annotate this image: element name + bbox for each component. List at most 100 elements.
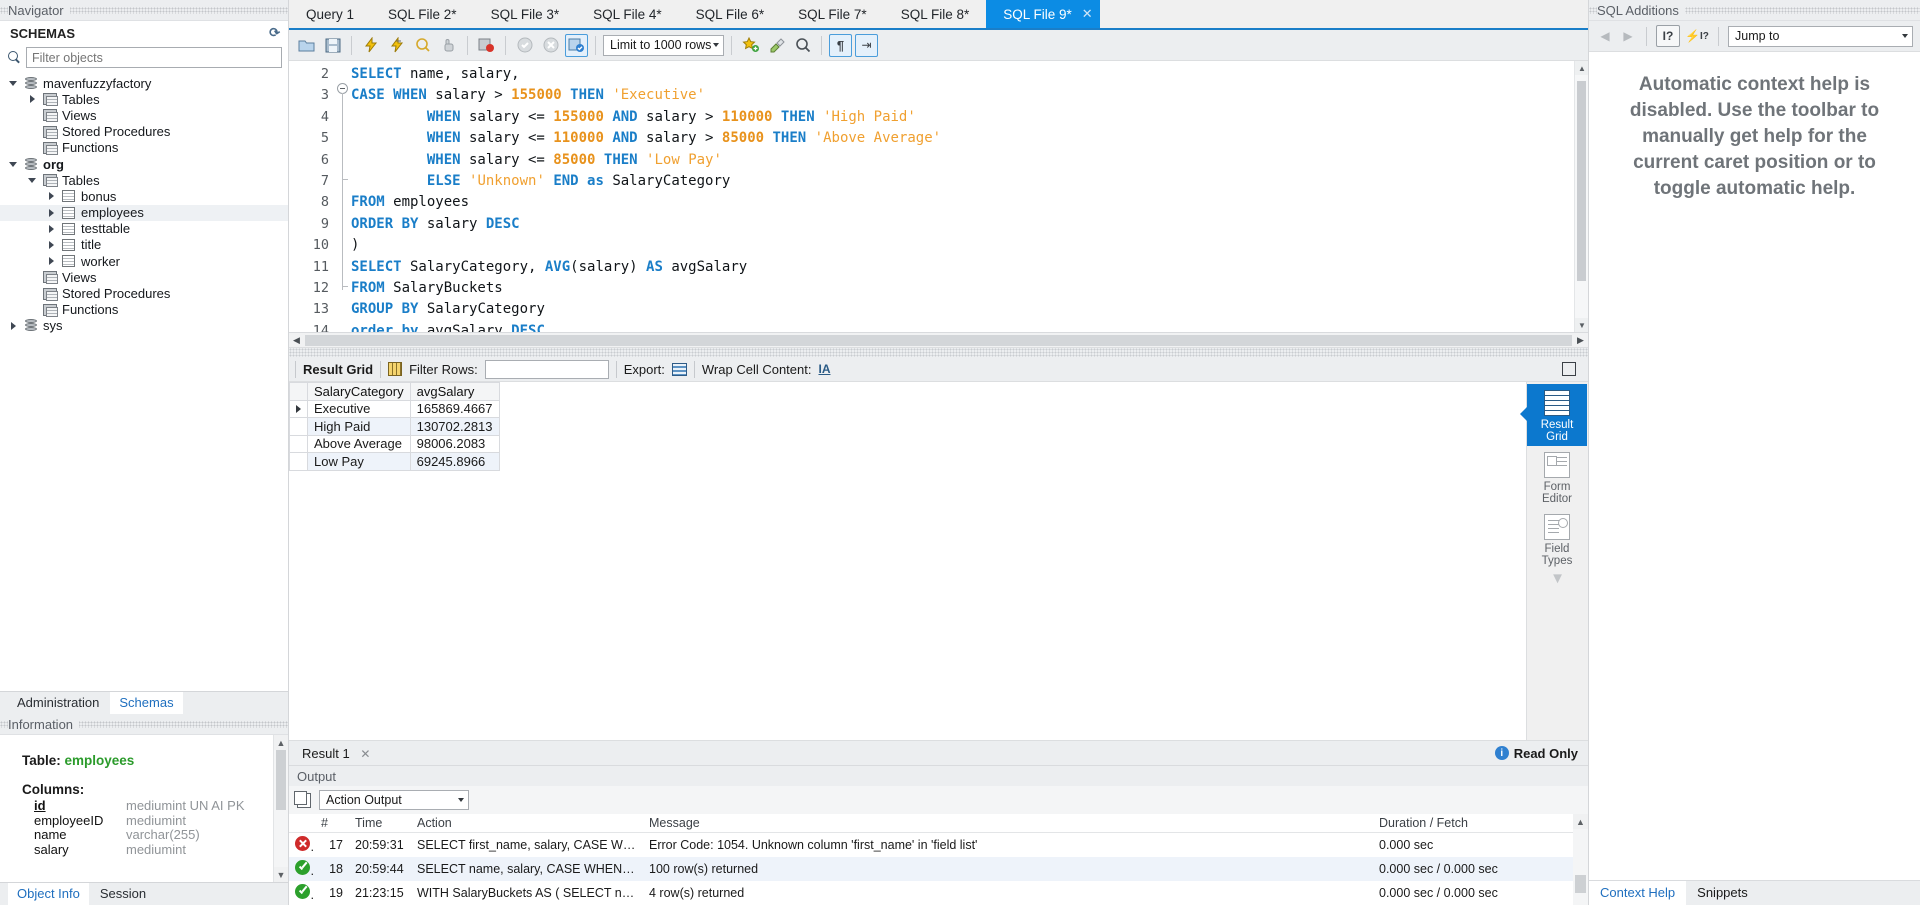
chevron-right-icon[interactable] (42, 192, 60, 200)
editor-tab-bar[interactable]: Query 1SQL File 2*SQL File 3*SQL File 4*… (289, 0, 1588, 30)
result-grid-body[interactable]: Executive165869.4667High Paid130702.2813… (290, 400, 500, 470)
information-scrollbar[interactable]: ▲ ▼ (273, 735, 288, 882)
table-cell[interactable]: 165869.4667 (410, 400, 499, 418)
tree-item-title[interactable]: title (0, 237, 288, 253)
editor-tab-query-1[interactable]: Query 1 (289, 0, 371, 28)
output-column-header[interactable]: Duration / Fetch (1373, 814, 1573, 833)
chevron-right-icon[interactable] (42, 257, 60, 265)
export-icon[interactable] (672, 363, 687, 376)
scroll-down-icon[interactable]: ▼ (274, 867, 288, 882)
code-line[interactable]: order by avgSalary DESC (351, 321, 1588, 332)
result-grid-table[interactable]: SalaryCategoryavgSalary Executive165869.… (289, 382, 500, 471)
code-line[interactable]: SELECT SalaryCategory, AVG(salary) AS av… (351, 257, 1588, 278)
tree-item-tables[interactable]: Tables (0, 91, 288, 107)
wrap-lines-icon[interactable]: ⇥ (855, 34, 878, 57)
save-icon[interactable] (321, 34, 344, 57)
info-icon[interactable]: i (1495, 746, 1509, 760)
results-splitter[interactable] (289, 348, 1588, 357)
schema-tree[interactable]: mavenfuzzyfactoryTablesViewsStored Proce… (0, 72, 288, 691)
explain-icon[interactable] (411, 34, 434, 57)
sql-code-text[interactable]: SELECT name, salary,CASE WHEN salary > 1… (351, 61, 1588, 332)
scroll-up-icon[interactable]: ▲ (1575, 61, 1588, 75)
code-line[interactable]: ORDER BY salary DESC (351, 214, 1588, 235)
grid-toggle-icon[interactable] (388, 362, 402, 376)
copy-icon[interactable] (297, 793, 311, 808)
show-invisible-chars-icon[interactable]: ¶ (829, 34, 852, 57)
scroll-right-icon[interactable]: ▶ (1573, 335, 1588, 346)
refresh-icon[interactable]: ⟳ (268, 24, 282, 42)
scrollbar-thumb[interactable] (305, 335, 1572, 346)
output-column-header[interactable]: Action (411, 814, 643, 833)
table-cell[interactable]: Above Average (308, 435, 411, 453)
editor-tab-sql-file-8[interactable]: SQL File 8* (884, 0, 987, 28)
close-icon[interactable]: ✕ (1082, 6, 1093, 22)
sql-editor[interactable]: 234567891011121314 SELECT name, salary,C… (289, 61, 1588, 333)
stop-icon[interactable] (437, 34, 460, 57)
scroll-down-icon[interactable]: ▼ (1575, 318, 1588, 332)
result-view-result-grid[interactable]: ResultGrid (1527, 384, 1587, 446)
commit-icon[interactable] (513, 34, 536, 57)
code-line[interactable]: WHEN salary <= 155000 AND salary > 11000… (351, 107, 1588, 128)
output-column-header[interactable] (289, 814, 315, 833)
chevron-right-icon[interactable] (4, 322, 22, 330)
find-icon[interactable] (791, 34, 814, 57)
editor-horizontal-scrollbar[interactable]: ◀ ▶ (289, 333, 1588, 348)
chevron-right-icon[interactable] (42, 225, 60, 233)
tree-item-functions[interactable]: Functions (0, 302, 288, 318)
table-cell[interactable]: High Paid (308, 418, 411, 436)
autocommit-icon[interactable] (565, 34, 588, 57)
information-tabs[interactable]: Object InfoSession (0, 882, 288, 905)
tree-item-testtable[interactable]: testtable (0, 221, 288, 237)
wrap-cell-icon[interactable]: IA (818, 362, 830, 376)
chevron-right-icon[interactable] (42, 241, 60, 249)
code-line[interactable]: GROUP BY SalaryCategory (351, 299, 1588, 320)
output-body[interactable]: 1720:59:31SELECT first_name, salary, CAS… (289, 833, 1573, 905)
editor-tab-sql-file-4[interactable]: SQL File 4* (576, 0, 679, 28)
arrow-right-icon[interactable]: ▶ (1619, 29, 1637, 43)
tree-item-mavenfuzzyfactory[interactable]: mavenfuzzyfactory (0, 75, 288, 91)
sql-additions-tabs[interactable]: Context HelpSnippets (1589, 880, 1920, 905)
chevron-down-icon[interactable] (4, 162, 22, 167)
output-row[interactable]: 1720:59:31SELECT first_name, salary, CAS… (289, 833, 1573, 858)
navigator-panel-tabs[interactable]: AdministrationSchemas (0, 691, 288, 714)
output-column-header[interactable]: Time (349, 814, 411, 833)
beautify-icon[interactable] (765, 34, 788, 57)
column-header[interactable]: SalaryCategory (308, 383, 411, 401)
editor-vertical-scrollbar[interactable]: ▲ ▼ (1574, 61, 1588, 332)
arrow-left-icon[interactable]: ◀ (1596, 29, 1614, 43)
tab-object-info[interactable]: Object Info (8, 883, 89, 905)
row-marker[interactable] (290, 453, 308, 471)
execute-current-statement-icon[interactable] (385, 34, 408, 57)
table-row[interactable]: Low Pay69245.8966 (290, 453, 500, 471)
editor-tab-sql-file-3[interactable]: SQL File 3* (474, 0, 577, 28)
table-cell[interactable]: 130702.2813 (410, 418, 499, 436)
table-row[interactable]: Executive165869.4667 (290, 400, 500, 418)
table-cell[interactable]: 69245.8966 (410, 453, 499, 471)
filter-objects-input[interactable] (26, 47, 282, 68)
rollback-icon[interactable] (539, 34, 562, 57)
output-table[interactable]: #TimeActionMessageDuration / Fetch 1720:… (289, 814, 1573, 905)
chevron-down-icon[interactable] (4, 81, 22, 86)
tree-item-functions[interactable]: Functions (0, 140, 288, 156)
result-view-form-editor[interactable]: FormEditor (1527, 446, 1587, 508)
scroll-left-icon[interactable]: ◀ (289, 335, 304, 346)
table-cell[interactable]: Executive (308, 400, 411, 418)
row-marker[interactable] (290, 400, 308, 418)
code-fold-gutter[interactable] (335, 61, 351, 332)
result-view-switcher[interactable]: ResultGridFormEditorFieldTypes▼ (1526, 382, 1588, 740)
scrollbar-thumb[interactable] (276, 750, 286, 810)
code-line[interactable]: WHEN salary <= 110000 AND salary > 85000… (351, 128, 1588, 149)
result-tab-1[interactable]: Result 1 ✕ (295, 743, 377, 764)
editor-tab-sql-file-6[interactable]: SQL File 6* (679, 0, 782, 28)
tree-item-sys[interactable]: sys (0, 318, 288, 334)
code-line[interactable]: FROM employees (351, 192, 1588, 213)
scroll-up-icon[interactable]: ▲ (1573, 814, 1588, 829)
code-line[interactable]: WHEN salary <= 85000 THEN 'Low Pay' (351, 150, 1588, 171)
code-line[interactable]: ) (351, 235, 1588, 256)
output-column-header[interactable]: Message (643, 814, 1373, 833)
code-line[interactable]: CASE WHEN salary > 155000 THEN 'Executiv… (351, 85, 1588, 106)
output-row[interactable]: 1820:59:44SELECT name, salary, CASE WHEN… (289, 857, 1573, 881)
output-type-select[interactable]: Action Output (319, 790, 469, 810)
tab-schemas[interactable]: Schemas (110, 692, 182, 714)
tab-session[interactable]: Session (91, 883, 155, 905)
